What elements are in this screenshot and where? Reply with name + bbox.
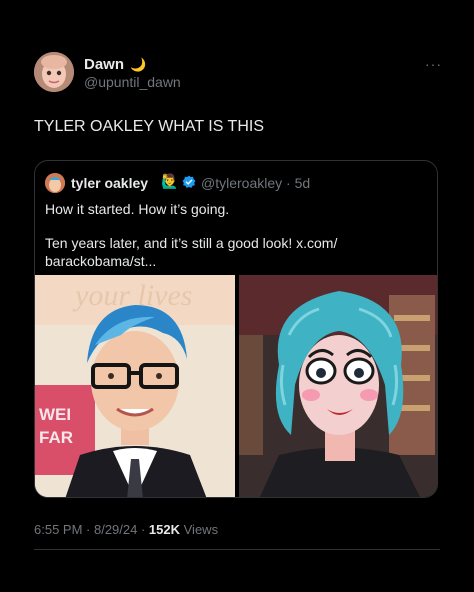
svg-text:FAR: FAR bbox=[39, 428, 73, 447]
views-label: Views bbox=[183, 522, 219, 537]
author-name-text[interactable]: Dawn bbox=[84, 56, 124, 73]
meta-separator: · bbox=[82, 522, 94, 537]
verified-badge-icon bbox=[182, 175, 196, 189]
media-photo-before[interactable]: your lives WEI FAR bbox=[35, 275, 235, 497]
post-text: TYLER OAKLEY WHAT IS THIS bbox=[34, 118, 264, 135]
post-time[interactable]: 6:55 PM bbox=[34, 522, 82, 537]
views-count: 152K bbox=[148, 522, 180, 537]
divider bbox=[34, 549, 440, 550]
meta-separator-2: · bbox=[137, 522, 149, 537]
person-raising-hand-emoji-icon: 🙋‍♂️ bbox=[161, 173, 179, 189]
quoted-post-card[interactable]: tyler oakley 🙋‍♂️ @tyleroakley · 5d How … bbox=[34, 160, 438, 498]
quoted-author-handle-and-age[interactable]: @tyleroakley · 5d bbox=[201, 175, 310, 191]
author-handle[interactable]: @upuntil_dawn bbox=[84, 74, 181, 90]
quoted-post-header: tyler oakley 🙋‍♂️ @tyleroakley · 5d bbox=[45, 173, 425, 195]
quoted-text-line-2-content: Ten years later, and it’s still a good l… bbox=[45, 235, 338, 251]
svg-text:WEI: WEI bbox=[39, 405, 71, 424]
post-date[interactable]: 8/29/24 bbox=[94, 522, 137, 537]
media-photo-now[interactable] bbox=[239, 275, 437, 497]
quoted-media-grid: your lives WEI FAR bbox=[35, 275, 437, 497]
post-header: Dawn 🌙 @upuntil_dawn ··· bbox=[34, 52, 444, 96]
post-meta: 6:55 PM · 8/29/24 · 152K Views bbox=[34, 522, 218, 537]
separator-dot: · bbox=[282, 175, 295, 191]
quoted-post-age[interactable]: 5d bbox=[295, 175, 311, 191]
quoted-author-avatar[interactable] bbox=[45, 173, 65, 193]
quoted-text-line-1: How it started. How it’s going. bbox=[45, 201, 230, 217]
moon-emoji-icon: 🌙 bbox=[130, 57, 147, 72]
author-name[interactable]: Dawn 🌙 bbox=[84, 56, 146, 73]
quoted-text-line-2: Ten years later, and it’s still a good l… bbox=[45, 235, 337, 251]
quoted-author-name[interactable]: tyler oakley bbox=[71, 175, 148, 191]
more-options-button[interactable]: ··· bbox=[425, 56, 442, 72]
quoted-author-handle[interactable]: @tyleroakley bbox=[201, 175, 282, 191]
author-avatar[interactable] bbox=[34, 52, 74, 92]
quoted-link-text[interactable]: barackobama/st... bbox=[45, 253, 156, 269]
